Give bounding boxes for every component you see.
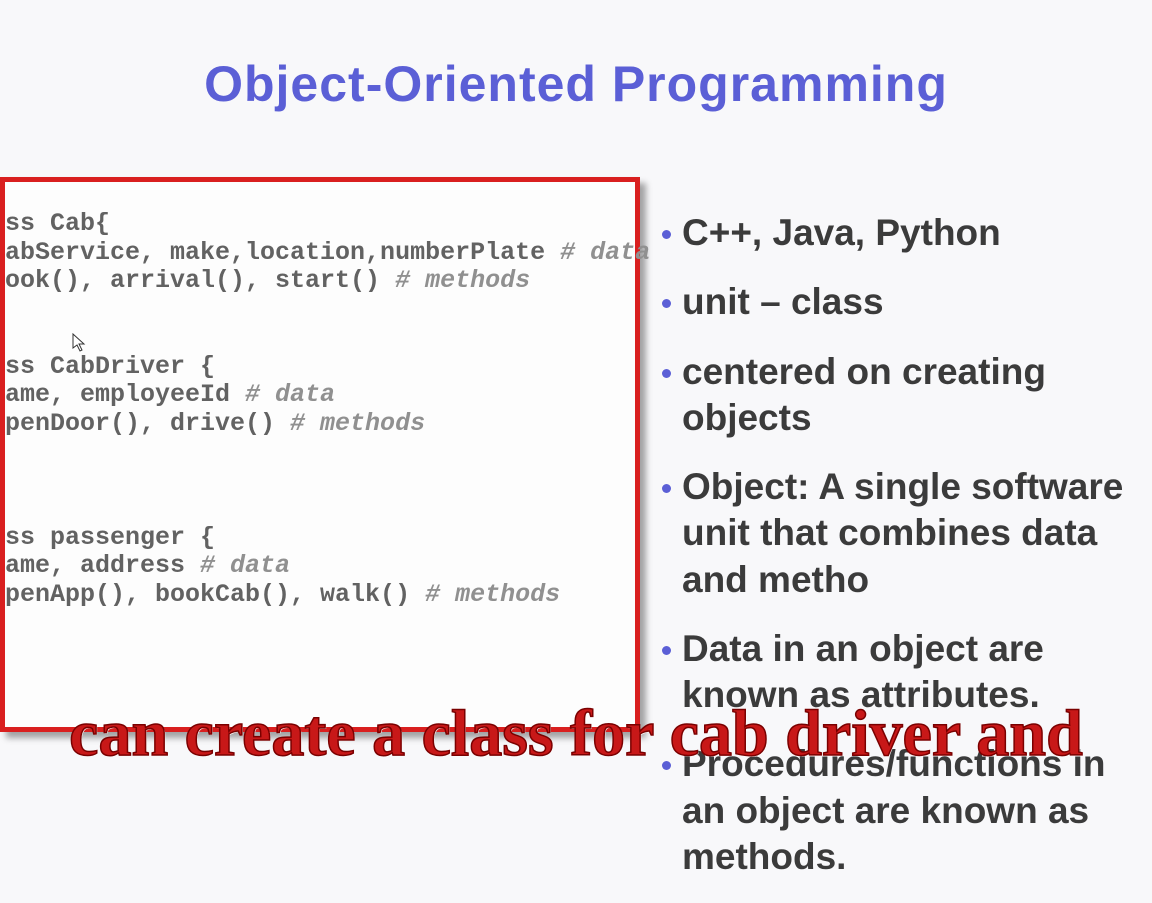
bullet-item: centered on creating objects [660,349,1152,442]
code-line: ook(), arrival(), start() # methods [5,267,635,296]
bullet-item: Object: A single software unit that comb… [660,464,1152,603]
bullet-item: unit – class [660,279,1152,325]
code-blank [5,296,635,325]
code-line: abService, make,location,numberPlate # d… [5,239,635,268]
code-blank [5,495,635,524]
code-blank [5,467,635,496]
code-line: ame, address # data [5,552,635,581]
code-line: ss Cab{ [5,210,635,239]
code-line: ss CabDriver { [5,353,635,382]
code-box: ss Cab{ abService, make,location,numberP… [0,177,640,732]
code-blank [5,438,635,467]
code-line: penDoor(), drive() # methods [5,410,635,439]
bullet-item: C++, Java, Python [660,210,1152,256]
code-line: penApp(), bookCab(), walk() # methods [5,581,635,610]
bullet-list: C++, Java, Python unit – class centered … [660,210,1152,903]
code-blank [5,324,635,353]
slide-title: Object-Oriented Programming [0,55,1152,113]
subtitle-caption: can create a class for cab driver and [0,701,1152,767]
code-line: ame, employeeId # data [5,381,635,410]
code-line: ss passenger { [5,524,635,553]
